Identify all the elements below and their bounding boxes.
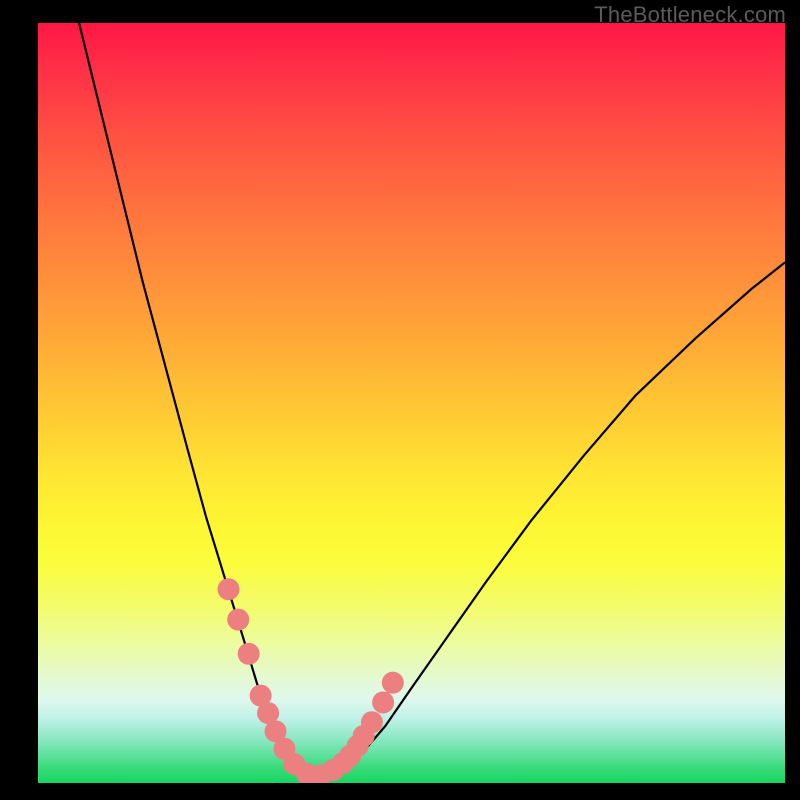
highlighted-point xyxy=(382,672,404,694)
chart-plot-area xyxy=(38,23,785,783)
chart-svg xyxy=(38,23,785,783)
highlighted-point xyxy=(217,578,239,600)
bottleneck-curve-path xyxy=(79,23,785,775)
chart-frame: TheBottleneck.com xyxy=(0,0,800,800)
highlighted-point xyxy=(238,643,260,665)
highlighted-point xyxy=(227,609,249,631)
highlighted-point xyxy=(372,691,394,713)
highlighted-points-group xyxy=(217,578,403,783)
watermark-text: TheBottleneck.com xyxy=(594,2,786,28)
highlighted-point xyxy=(361,711,383,733)
